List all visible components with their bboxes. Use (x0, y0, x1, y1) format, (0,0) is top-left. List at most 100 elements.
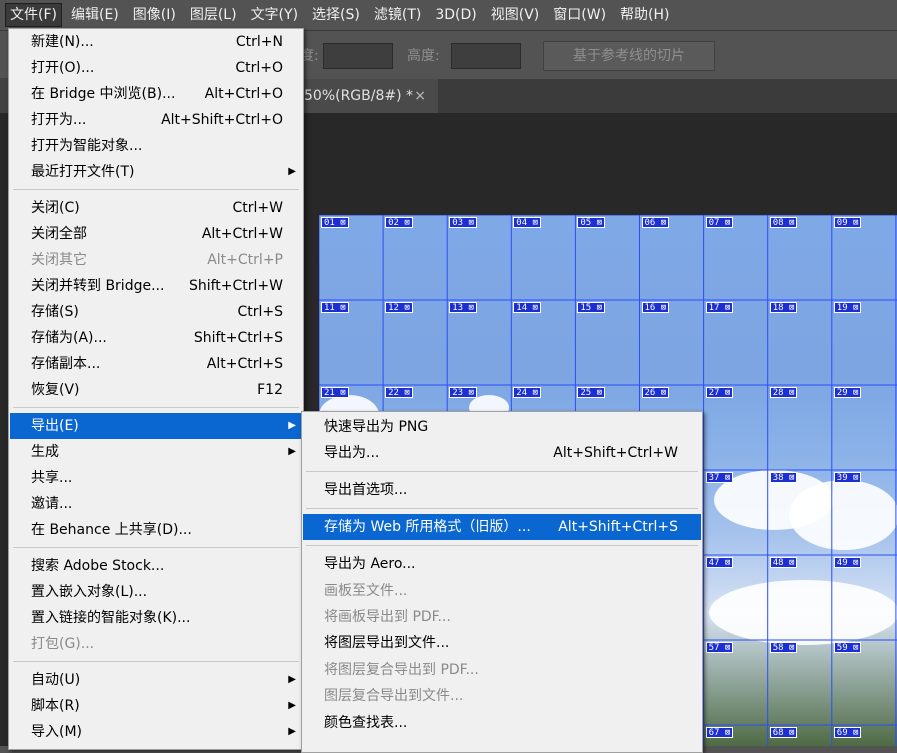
slice-number-badge: 07 ⊠ (705, 217, 734, 228)
submenu-arrow-icon: ▶ (288, 166, 296, 177)
menu-item[interactable]: 存储(S) Ctrl+S (10, 299, 302, 325)
menu-item-label: 导出首选项... (324, 482, 408, 499)
menu-item: 打包(G)... (10, 631, 302, 657)
menu-item-label: 存储(S) (31, 304, 79, 320)
menu-item[interactable]: 存储为 Web 所用格式（旧版）... Alt+Shift+Ctrl+S (303, 514, 701, 541)
slice-number-badge: 22 ⊠ (385, 387, 413, 398)
menu-item-label: 在 Bridge 中浏览(B)... (31, 86, 176, 102)
menubar-item[interactable]: 图像(I) (129, 4, 180, 26)
height-input[interactable] (451, 43, 521, 69)
menubar-item[interactable]: 滤镜(T) (370, 4, 425, 26)
menu-item[interactable]: 打开为智能对象... (10, 133, 302, 159)
menu-item-shortcut: Alt+Shift+Ctrl+O (161, 112, 283, 128)
slice-number-badge: 17 ⊠ (705, 302, 734, 313)
close-icon[interactable]: × (414, 79, 426, 113)
menubar-item[interactable]: 文件(F) (5, 3, 62, 27)
menu-item-label: 置入嵌入对象(L)... (31, 584, 148, 600)
menubar-item[interactable]: 编辑(E) (67, 4, 123, 26)
menubar-item[interactable]: 文字(Y) (247, 4, 302, 26)
menu-separator (13, 189, 299, 190)
submenu-arrow-icon: ▶ (288, 726, 296, 737)
slice-number-badge: 25 ⊠ (577, 387, 606, 398)
menu-item[interactable]: 存储副本... Alt+Ctrl+S (10, 351, 302, 377)
menu-item[interactable]: 新建(N)... Ctrl+N (10, 29, 302, 55)
menu-item[interactable]: 关闭全部 Alt+Ctrl+W (10, 221, 302, 247)
menu-item[interactable]: 打开(O)... Ctrl+O (10, 55, 302, 81)
menubar-item[interactable]: 图层(L) (186, 4, 241, 26)
menu-separator (306, 507, 698, 509)
menu-item-label: 置入链接的智能对象(K)... (31, 610, 191, 626)
menu-item-label: 画板至文件... (324, 582, 408, 599)
menu-item[interactable]: 在 Bridge 中浏览(B)... Alt+Ctrl+O (10, 81, 302, 107)
menu-separator (306, 471, 698, 473)
menu-item[interactable]: 将图层导出到文件... (303, 630, 701, 656)
menu-item[interactable]: 搜索 Adobe Stock... (10, 553, 302, 579)
menu-item-label: 打包(G)... (31, 636, 95, 652)
menu-item-label: 在 Behance 上共享(D)... (31, 522, 192, 538)
menu-item-shortcut: Ctrl+O (235, 60, 283, 76)
menu-item-label: 将图层导出到文件... (324, 635, 450, 652)
menu-item[interactable]: 在 Behance 上共享(D)... (10, 517, 302, 543)
menu-item-label: 导出(E) (31, 418, 79, 434)
menu-item[interactable]: 导入(M) ▶ (10, 719, 302, 745)
menu-item[interactable]: 自动(U) ▶ (10, 667, 302, 693)
menu-item[interactable]: 存储为(A)... Shift+Ctrl+S (10, 325, 302, 351)
menu-item-label: 打开为智能对象... (31, 138, 143, 154)
submenu-arrow-icon: ▶ (288, 674, 296, 685)
menu-item: 将图层复合导出到 PDF... (303, 657, 701, 683)
slice-number-badge: 37 ⊠ (705, 472, 734, 483)
slice-number-badge: 67 ⊠ (705, 727, 734, 738)
menu-item[interactable]: 导出为 Aero... (303, 551, 701, 577)
menu-item-label: 将画板导出到 PDF... (324, 608, 451, 625)
menu-item[interactable]: 脚本(R) ▶ (10, 693, 302, 719)
slice-number-badge: 08 ⊠ (769, 217, 798, 228)
menu-item[interactable]: 快速导出为 PNG (303, 414, 701, 440)
slices-from-guides-button[interactable]: 基于参考线的切片 (543, 41, 715, 71)
menu-item-label: 关闭全部 (31, 226, 87, 242)
document-tab[interactable]: 50%(RGB/8#) * × (290, 79, 438, 113)
menu-item[interactable]: 导出为... Alt+Shift+Ctrl+W (303, 440, 701, 466)
slice-number-badge: 59 ⊠ (833, 642, 862, 653)
menubar-item[interactable]: 窗口(W) (549, 4, 610, 26)
menubar-item[interactable]: 帮助(H) (616, 4, 673, 26)
menu-item[interactable]: 颜色查找表... (303, 710, 701, 736)
menu-item[interactable]: 导出首选项... (303, 477, 701, 503)
menu-item-shortcut: Alt+Ctrl+O (204, 86, 283, 102)
width-input[interactable] (323, 43, 393, 69)
menu-item[interactable]: 打开为... Alt+Shift+Ctrl+O (10, 107, 302, 133)
submenu-arrow-icon: ▶ (288, 420, 296, 431)
menubar-item[interactable]: 3D(D) (431, 4, 480, 26)
slice-number-badge: 16 ⊠ (641, 302, 670, 313)
menu-item[interactable]: 邀请... (10, 491, 302, 517)
menu-item-shortcut: Alt+Shift+Ctrl+S (558, 519, 678, 536)
slice-number-badge: 47 ⊠ (705, 557, 734, 568)
menu-item[interactable]: 最近打开文件(T) ▶ (10, 159, 302, 185)
menu-item: 关闭其它 Alt+Ctrl+P (10, 247, 302, 273)
slice-number-badge: 38 ⊠ (769, 472, 798, 483)
menu-item-shortcut: Alt+Ctrl+S (206, 356, 283, 372)
menu-item[interactable]: 置入链接的智能对象(K)... (10, 605, 302, 631)
menu-item[interactable]: 置入嵌入对象(L)... (10, 579, 302, 605)
slice-number-badge: 26 ⊠ (641, 387, 670, 398)
menubar-item[interactable]: 选择(S) (308, 4, 364, 26)
menu-item-shortcut: Alt+Ctrl+W (201, 226, 283, 242)
menu-item[interactable]: 共享... (10, 465, 302, 491)
menu-item[interactable]: 导出(E) ▶ (10, 413, 302, 439)
slice-number-badge: 28 ⊠ (769, 387, 798, 398)
menu-item[interactable]: 关闭(C) Ctrl+W (10, 195, 302, 221)
menu-item[interactable]: 生成 ▶ (10, 439, 302, 465)
menu-item-label: 关闭其它 (31, 252, 87, 268)
menu-item-shortcut: F12 (257, 382, 283, 398)
menu-item-label: 新建(N)... (31, 34, 94, 50)
menu-item-label: 将图层复合导出到 PDF... (324, 661, 479, 678)
slice-number-badge: 18 ⊠ (769, 302, 798, 313)
menu-item-shortcut: Shift+Ctrl+W (188, 278, 283, 294)
menu-item[interactable]: 恢复(V) F12 (10, 377, 302, 403)
menu-item[interactable]: 关闭并转到 Bridge... Shift+Ctrl+W (10, 273, 302, 299)
menu-item-label: 颜色查找表... (324, 714, 408, 731)
slice-number-badge: 11 ⊠ (321, 302, 349, 313)
menubar-item[interactable]: 视图(V) (487, 4, 544, 26)
slice-number-badge: 19 ⊠ (833, 302, 862, 313)
menu-item-label: 搜索 Adobe Stock... (31, 558, 165, 574)
slice-number-badge: 23 ⊠ (449, 387, 477, 398)
